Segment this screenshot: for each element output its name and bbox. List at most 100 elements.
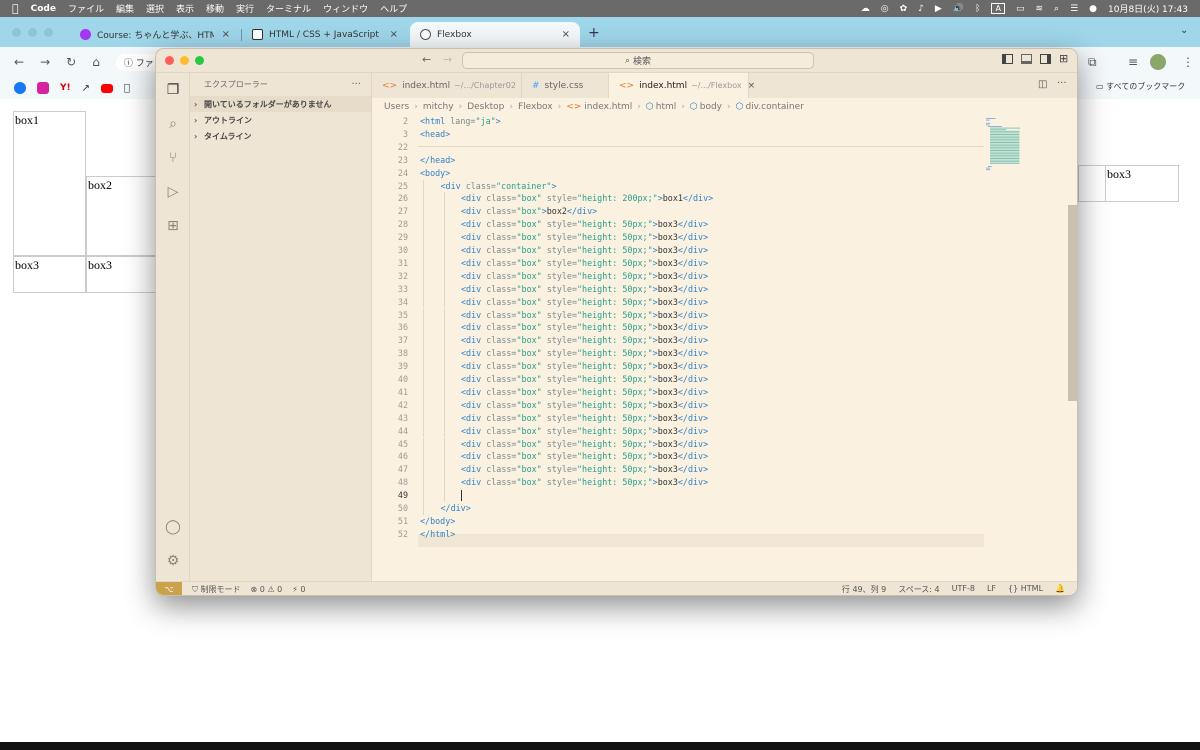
editor-more-icon[interactable]: ···	[1057, 78, 1067, 89]
zoom-window-icon[interactable]	[195, 56, 204, 65]
youtube-icon[interactable]	[101, 83, 114, 93]
creative-cloud-icon[interactable]: ◎	[881, 4, 889, 14]
code-line[interactable]: </head>	[420, 154, 455, 167]
breadcrumb-desktop[interactable]: Desktop	[467, 102, 504, 112]
home-icon[interactable]: ⌂	[92, 55, 100, 69]
control-center-icon[interactable]: ☰	[1070, 4, 1078, 14]
code-line[interactable]: <div class="box" style="height: 50px;">b…	[461, 244, 708, 257]
cursor-position[interactable]: 行 49、列 9	[842, 584, 886, 595]
app-menu[interactable]: Code	[31, 4, 56, 14]
minimize-window-icon[interactable]	[180, 56, 189, 65]
section-no-folder[interactable]: › 開いているフォルダーがありません	[190, 96, 371, 112]
code-line[interactable]: </body>	[420, 515, 455, 528]
script-icon[interactable]: ♪	[918, 4, 924, 14]
facebook-icon[interactable]	[14, 82, 26, 94]
indentation[interactable]: スペース: 4	[898, 584, 939, 595]
code-line[interactable]: <div class="box" style="height: 50px;">b…	[461, 476, 708, 489]
run-debug-icon[interactable]: ▷	[164, 183, 182, 201]
breadcrumb-div-container[interactable]: div.container	[745, 102, 803, 112]
cloud-icon[interactable]: ☁	[861, 4, 870, 14]
code-line[interactable]: </html>	[420, 528, 455, 541]
menu-run[interactable]: 実行	[236, 2, 254, 15]
restricted-mode[interactable]: ⛉ 制限モード	[192, 584, 241, 595]
close-tab-icon[interactable]: ×	[214, 29, 230, 40]
code-line[interactable]: <div class="box" style="height: 50px;">b…	[461, 438, 708, 451]
nav-forward-icon[interactable]: →	[443, 53, 452, 66]
breadcrumb-html[interactable]: html	[656, 102, 677, 112]
close-window-icon[interactable]	[12, 28, 21, 37]
section-outline[interactable]: › アウトライン	[190, 112, 371, 128]
instagram-icon[interactable]	[37, 82, 49, 94]
browser-tab-notion[interactable]: HTML / CSS + JavaScript No ×	[242, 22, 408, 47]
code-line[interactable]: <div class="box" style="height: 50px;">b…	[461, 425, 708, 438]
code-line[interactable]: <body>	[420, 167, 450, 180]
code-line[interactable]: <div class="box" style="height: 50px;">b…	[461, 321, 708, 334]
browser-tab-flexbox[interactable]: Flexbox ×	[410, 22, 580, 47]
profile-avatar[interactable]	[1150, 54, 1166, 70]
remote-icon[interactable]: ⌥	[156, 581, 182, 595]
back-icon[interactable]: ←	[14, 55, 24, 69]
notifications-bell-icon[interactable]: 🔔	[1055, 584, 1065, 595]
encoding[interactable]: UTF-8	[952, 584, 975, 595]
play-icon[interactable]: ▶	[935, 4, 942, 14]
reload-icon[interactable]: ↻	[66, 55, 76, 69]
code-line[interactable]: <div class="box" style="height: 50px;">b…	[461, 373, 708, 386]
breadcrumb-mitchy[interactable]: mitchy	[423, 102, 454, 112]
code-line[interactable]: <div class="box" style="height: 50px;">b…	[461, 231, 708, 244]
tab-index-flexbox[interactable]: <> index.html ~/.../Flexbox ×	[609, 73, 755, 98]
breadcrumb-users[interactable]: Users	[384, 102, 409, 112]
menu-help[interactable]: ヘルプ	[380, 2, 407, 15]
menu-view[interactable]: 表示	[176, 2, 194, 15]
new-tab-button[interactable]: +	[588, 25, 600, 41]
menu-file[interactable]: ファイル	[68, 2, 104, 15]
menu-edit[interactable]: 編集	[116, 2, 134, 15]
code-line[interactable]: <div class="box" style="height: 50px;">b…	[461, 386, 708, 399]
more-actions-icon[interactable]: ···	[351, 79, 371, 90]
forward-icon[interactable]: →	[40, 55, 50, 69]
close-window-icon[interactable]	[165, 56, 174, 65]
code-line[interactable]: <div class="box" style="height: 50px;">b…	[461, 218, 708, 231]
command-center-search[interactable]: ⌕ 検索	[462, 52, 814, 69]
line-ending[interactable]: LF	[987, 584, 996, 595]
apple-icon[interactable]: 	[124, 83, 130, 94]
spotlight-search-icon[interactable]: ⌕	[1054, 4, 1059, 14]
toggle-secondary-sidebar-icon[interactable]	[1040, 54, 1051, 64]
breadcrumb-index-html[interactable]: index.html	[584, 102, 632, 112]
siri-icon[interactable]: ●	[1089, 4, 1097, 14]
bluetooth-icon[interactable]: ᛒ	[975, 4, 980, 14]
code-line[interactable]: <div class="box" style="height: 200px;">…	[461, 192, 713, 205]
customize-layout-icon[interactable]: ⊞	[1059, 52, 1068, 65]
code-line[interactable]: <div class="box" style="height: 50px;">b…	[461, 334, 708, 347]
apple-menu-icon[interactable]: 	[12, 2, 19, 15]
zoom-window-icon[interactable]	[44, 28, 53, 37]
ports-count[interactable]: ⚡ 0	[292, 585, 305, 594]
editor-scrollbar[interactable]	[1068, 205, 1077, 401]
code-line[interactable]: <div class="box" style="height: 50px;">b…	[461, 296, 708, 309]
minimap[interactable]	[984, 118, 1044, 198]
code-line[interactable]: <div class="container">	[441, 180, 557, 193]
code-line[interactable]: <div class="box" style="height: 50px;">b…	[461, 450, 708, 463]
tab-style-css[interactable]: # style.css	[522, 73, 609, 98]
search-icon[interactable]: ⌕	[164, 115, 182, 133]
menu-select[interactable]: 選択	[146, 2, 164, 15]
menu-terminal[interactable]: ターミナル	[266, 2, 311, 15]
code-line[interactable]	[461, 489, 462, 502]
extensions-icon[interactable]: ⧉	[1088, 55, 1097, 70]
battery-icon[interactable]: ▭	[1016, 4, 1025, 14]
clock[interactable]: 10月8日(火) 17:43	[1108, 2, 1188, 15]
toggle-sidebar-icon[interactable]	[1002, 54, 1013, 64]
toggle-panel-icon[interactable]	[1021, 54, 1032, 64]
tab-list-icon[interactable]: ⌄	[1180, 25, 1188, 36]
close-tab-icon[interactable]: ×	[382, 29, 398, 40]
reading-list-icon[interactable]: ≡	[1128, 55, 1138, 69]
more-menu-icon[interactable]: ⋮	[1182, 55, 1194, 69]
code-line[interactable]: <head>	[420, 128, 450, 141]
minimize-window-icon[interactable]	[28, 28, 37, 37]
breadcrumb-flexbox[interactable]: Flexbox	[518, 102, 553, 112]
code-line[interactable]: <div class="box" style="height: 50px;">b…	[461, 270, 708, 283]
yahoo-icon[interactable]: Y!	[60, 83, 71, 93]
menu-go[interactable]: 移動	[206, 2, 224, 15]
source-control-icon[interactable]: ⑂	[164, 149, 182, 167]
code-line[interactable]: <div class="box" style="height: 50px;">b…	[461, 399, 708, 412]
code-line[interactable]: <div class="box" style="height: 50px;">b…	[461, 463, 708, 476]
